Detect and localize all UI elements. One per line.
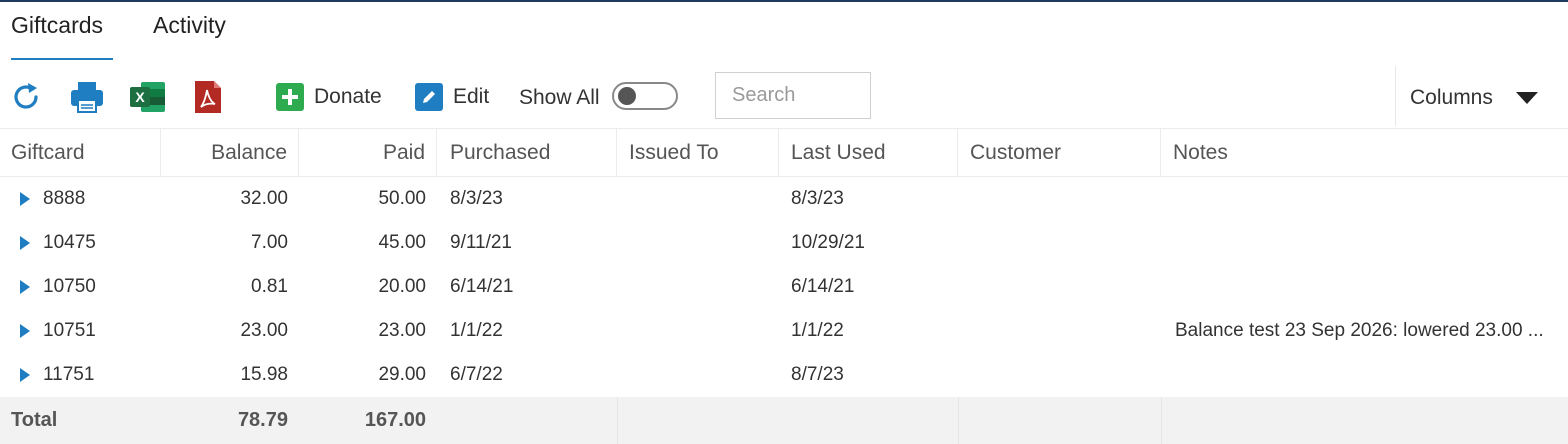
- cell-last-used: 1/1/22: [791, 320, 844, 341]
- pdf-icon[interactable]: [192, 80, 226, 114]
- cell-giftcard: 8888: [43, 188, 86, 209]
- cell-customer: [959, 177, 1161, 221]
- plus-icon: [276, 83, 304, 111]
- column-header-last-used[interactable]: Last Used: [780, 129, 958, 176]
- cell-notes: Balance test 23 Sep 2026: lowered 23.00 …: [1175, 320, 1544, 341]
- table-row[interactable]: 11751 15.98 29.00 6/7/22 8/7/23: [0, 353, 1568, 397]
- cell-last-used: 8/3/23: [791, 188, 844, 209]
- cell-notes: [1162, 353, 1560, 397]
- cell-purchased: 6/7/22: [450, 364, 503, 385]
- cell-customer: [959, 221, 1161, 265]
- cell-paid: 50.00: [378, 188, 426, 209]
- print-icon[interactable]: [69, 80, 103, 114]
- column-header-notes[interactable]: Notes: [1162, 129, 1568, 176]
- cell-last-used: 6/14/21: [791, 276, 855, 297]
- columns-dropdown[interactable]: Columns: [1395, 66, 1568, 126]
- tab-bar: Giftcards Activity: [0, 2, 1568, 62]
- expand-row-icon[interactable]: [20, 368, 30, 382]
- cell-issued-to: [618, 177, 779, 221]
- table-row[interactable]: 10751 23.00 23.00 1/1/22 1/1/22 Balance …: [0, 309, 1568, 353]
- cell-issued-to: [618, 309, 779, 353]
- column-header-purchased[interactable]: Purchased: [439, 129, 617, 176]
- svg-text:X: X: [135, 89, 145, 105]
- cell-last-used: 10/29/21: [791, 232, 865, 253]
- expand-row-icon[interactable]: [20, 280, 30, 294]
- giftcards-table: Giftcard Balance Paid Purchased Issued T…: [0, 128, 1568, 444]
- show-all-label: Show All: [519, 86, 600, 109]
- active-tab-indicator: [11, 58, 113, 60]
- cell-giftcard: 10751: [43, 320, 96, 341]
- table-row[interactable]: 10475 7.00 45.00 9/11/21 10/29/21: [0, 221, 1568, 265]
- cell-issued-to: [618, 221, 779, 265]
- cell-notes: [1162, 265, 1560, 309]
- column-divider: [617, 397, 618, 444]
- tab-giftcards[interactable]: Giftcards: [11, 12, 103, 39]
- cell-purchased: 6/14/21: [450, 276, 514, 297]
- expand-row-icon[interactable]: [20, 324, 30, 338]
- donate-button[interactable]: Donate: [276, 80, 382, 114]
- table-row[interactable]: 10750 0.81 20.00 6/14/21 6/14/21: [0, 265, 1568, 309]
- column-header-balance[interactable]: Balance: [161, 129, 299, 176]
- column-divider: [958, 397, 959, 444]
- cell-balance: 23.00: [240, 320, 288, 341]
- cell-last-used: 8/7/23: [791, 364, 844, 385]
- table-header: Giftcard Balance Paid Purchased Issued T…: [0, 129, 1568, 177]
- tab-activity[interactable]: Activity: [153, 12, 226, 39]
- cell-customer: [959, 265, 1161, 309]
- column-header-customer[interactable]: Customer: [959, 129, 1161, 176]
- cell-customer: [959, 309, 1161, 353]
- cell-giftcard: 11751: [43, 364, 95, 385]
- cell-purchased: 1/1/22: [450, 320, 503, 341]
- caret-down-icon: [1516, 92, 1538, 104]
- total-paid: 167.00: [364, 409, 426, 431]
- cell-issued-to: [618, 265, 779, 309]
- cell-purchased: 8/3/23: [450, 188, 503, 209]
- column-header-giftcard[interactable]: Giftcard: [0, 129, 161, 176]
- cell-balance: 32.00: [240, 188, 288, 209]
- show-all-toggle[interactable]: [612, 82, 678, 110]
- donate-label: Donate: [314, 85, 382, 108]
- column-header-paid[interactable]: Paid: [299, 129, 437, 176]
- cell-paid: 23.00: [378, 320, 426, 341]
- expand-row-icon[interactable]: [20, 192, 30, 206]
- cell-notes: [1162, 221, 1560, 265]
- expand-row-icon[interactable]: [20, 236, 30, 250]
- cell-customer: [959, 353, 1161, 397]
- cell-balance: 15.98: [240, 364, 288, 385]
- excel-icon[interactable]: X: [129, 80, 165, 114]
- edit-button[interactable]: Edit: [415, 80, 489, 114]
- cell-paid: 20.00: [378, 276, 426, 297]
- cell-purchased: 9/11/21: [450, 232, 512, 253]
- total-label: Total: [11, 409, 58, 431]
- pencil-icon: [415, 83, 443, 111]
- cell-paid: 45.00: [378, 232, 426, 253]
- cell-giftcard: 10475: [43, 232, 96, 253]
- cell-notes: [1162, 177, 1560, 221]
- toggle-knob: [618, 87, 636, 105]
- cell-paid: 29.00: [378, 364, 426, 385]
- column-header-issued-to[interactable]: Issued To: [618, 129, 779, 176]
- refresh-icon[interactable]: [10, 80, 44, 114]
- columns-label: Columns: [1410, 86, 1493, 109]
- search-input[interactable]: [715, 72, 871, 119]
- edit-label: Edit: [453, 85, 490, 108]
- column-divider: [1161, 397, 1162, 444]
- toolbar: X Donate Edit Show All Columns: [0, 64, 1568, 128]
- total-row: Total 78.79 167.00: [0, 397, 1568, 444]
- total-balance: 78.79: [237, 409, 288, 431]
- cell-balance: 0.81: [251, 276, 288, 297]
- cell-issued-to: [618, 353, 779, 397]
- cell-balance: 7.00: [251, 232, 288, 253]
- table-row[interactable]: 8888 32.00 50.00 8/3/23 8/3/23: [0, 177, 1568, 221]
- cell-giftcard: 10750: [43, 276, 96, 297]
